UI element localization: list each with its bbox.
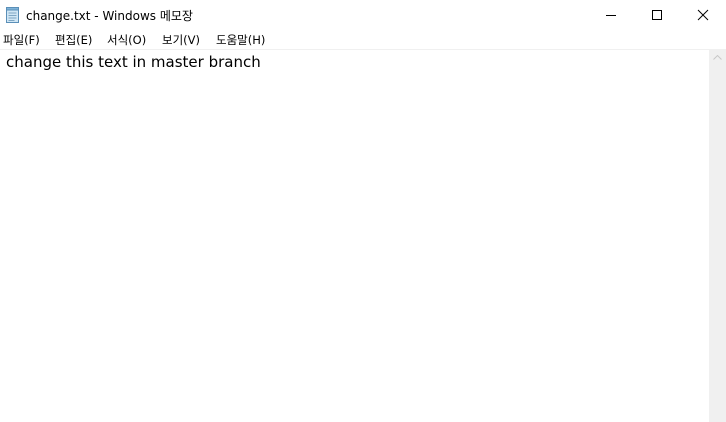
maximize-button[interactable] bbox=[634, 0, 680, 30]
editor-content[interactable]: change this text in master branch bbox=[6, 53, 261, 71]
menu-help[interactable]: 도움말(H) bbox=[216, 32, 265, 48]
notepad-window: change.txt - Windows 메모장 파일(F) 편집(E) 서식(… bbox=[0, 0, 726, 422]
menu-bar: 파일(F) 편집(E) 서식(O) 보기(V) 도움말(H) bbox=[0, 30, 726, 49]
menu-view[interactable]: 보기(V) bbox=[162, 32, 200, 48]
close-button[interactable] bbox=[680, 0, 726, 30]
notepad-icon[interactable] bbox=[6, 7, 20, 23]
chevron-up-icon bbox=[713, 55, 722, 60]
text-editor[interactable]: change this text in master branch bbox=[0, 49, 709, 422]
menu-edit[interactable]: 편집(E) bbox=[55, 32, 92, 48]
minimize-button[interactable] bbox=[588, 0, 634, 30]
window-title: change.txt - Windows 메모장 bbox=[26, 9, 193, 23]
maximize-icon bbox=[652, 10, 662, 20]
title-bar[interactable]: change.txt - Windows 메모장 bbox=[0, 0, 726, 30]
minimize-icon bbox=[606, 15, 616, 16]
scroll-up-button[interactable] bbox=[709, 49, 726, 66]
close-icon bbox=[697, 9, 709, 21]
menu-file[interactable]: 파일(F) bbox=[3, 32, 40, 48]
menu-format[interactable]: 서식(O) bbox=[107, 32, 146, 48]
vertical-scrollbar[interactable] bbox=[709, 49, 726, 422]
